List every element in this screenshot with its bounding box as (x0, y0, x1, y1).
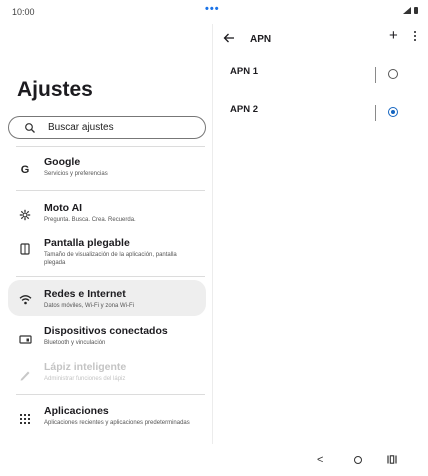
svg-text:G: G (21, 164, 30, 175)
nav-recents-button[interactable] (387, 455, 397, 464)
item-title: Lápiz inteligente (44, 361, 127, 373)
item-title: Google (44, 156, 81, 168)
settings-item-google[interactable]: G Google Servicios y preferencias (8, 150, 206, 184)
multi-window-handle[interactable]: ••• (205, 3, 220, 15)
apn-name: APN 1 (230, 66, 258, 77)
item-subtitle: Tamaño de visualización de la aplicación… (44, 252, 177, 266)
apn-divider (375, 67, 376, 83)
item-subtitle: Bluetooth y vinculación (44, 340, 106, 346)
status-bar: 10:00 ••• (0, 0, 428, 24)
divider (16, 146, 205, 147)
apn-row[interactable]: APN 2 (213, 104, 428, 134)
wifi-icon (18, 292, 32, 306)
signal-icon (403, 7, 411, 14)
apn-radio-button[interactable] (388, 107, 398, 117)
settings-item-dispositivos-conectados[interactable]: Dispositivos conectados Bluetooth y vinc… (8, 320, 206, 354)
settings-item-pantalla-plegable[interactable]: Pantalla plegable Tamaño de visualizació… (8, 232, 206, 272)
item-title: Aplicaciones (44, 405, 109, 417)
settings-item-redes-internet[interactable]: Redes e Internet Datos móviles, Wi-Fi y … (8, 280, 206, 316)
nav-home-button[interactable] (354, 456, 362, 464)
navigation-bar: < (0, 444, 428, 476)
status-time: 10:00 (12, 7, 35, 17)
item-subtitle: Administrar funciones del lápiz (44, 376, 126, 382)
search-icon (25, 123, 35, 133)
moto-ai-icon (18, 208, 32, 222)
foldable-icon (18, 242, 32, 256)
item-subtitle: Aplicaciones recientes y aplicaciones pr… (44, 420, 190, 426)
item-title: Moto AI (44, 202, 83, 214)
page-title: Ajustes (17, 78, 93, 101)
apn-divider (375, 105, 376, 121)
search-placeholder: Buscar ajustes (48, 122, 114, 133)
settings-item-aplicaciones[interactable]: Aplicaciones Aplicaciones recientes y ap… (8, 401, 206, 441)
item-title: Redes e Internet (44, 288, 126, 300)
battery-icon (414, 7, 418, 14)
devices-icon (18, 332, 32, 346)
item-subtitle: Datos móviles, Wi-Fi y zona Wi-Fi (44, 303, 135, 309)
divider (16, 190, 205, 191)
item-title: Pantalla plegable (44, 237, 130, 249)
google-icon: G (18, 162, 32, 176)
apn-row[interactable]: APN 1 (213, 66, 428, 96)
pen-icon (18, 368, 32, 382)
add-apn-button[interactable]: + (389, 27, 398, 45)
status-icons (403, 7, 418, 14)
item-title: Dispositivos conectados (44, 325, 168, 337)
apps-grid-icon (18, 412, 32, 426)
nav-back-button[interactable]: < (317, 454, 323, 466)
settings-item-moto-ai[interactable]: Moto AI Pregunta. Busca. Crea. Recuerda. (8, 196, 206, 230)
apn-pane: APN + APN 1 APN 2 (213, 24, 428, 444)
apn-name: APN 2 (230, 104, 258, 115)
back-arrow-icon[interactable] (223, 32, 235, 44)
search-bar[interactable]: Buscar ajustes (8, 116, 206, 139)
divider (16, 276, 205, 277)
more-options-icon[interactable] (413, 30, 417, 44)
apn-radio-button[interactable] (388, 69, 398, 79)
divider (16, 394, 205, 395)
settings-pane: Ajustes Buscar ajustes G Google Servicio… (0, 24, 213, 444)
apn-title: APN (250, 34, 272, 45)
settings-item-lapiz-inteligente: Lápiz inteligente Administrar funciones … (8, 356, 206, 390)
item-subtitle: Servicios y preferencias (44, 171, 108, 177)
item-subtitle: Pregunta. Busca. Crea. Recuerda. (44, 217, 136, 223)
